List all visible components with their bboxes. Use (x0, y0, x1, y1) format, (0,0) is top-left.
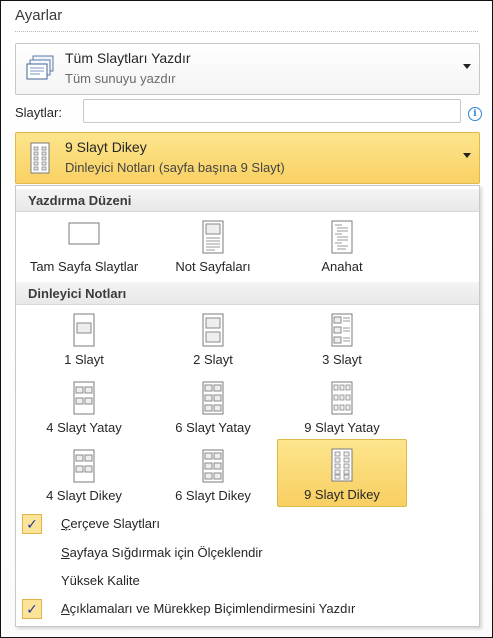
handout-6-slides-horizontal[interactable]: 6 Slayt Yatay (148, 375, 278, 439)
three-slides-icon (330, 313, 354, 352)
handout-6-slides-vertical-label: 6 Slayt Dikey (175, 488, 251, 503)
six-slides-horizontal-icon (201, 381, 225, 420)
settings-heading: Ayarlar (15, 7, 63, 24)
print-layout-subtitle: Dinleyici Notları (sayfa başına 9 Slayt) (65, 160, 285, 175)
handout-3-slides[interactable]: 3 Slayt (277, 307, 407, 371)
layout-outline[interactable]: Anahat (277, 214, 407, 278)
handout-2-slides-label: 2 Slayt (193, 352, 233, 367)
nine-slides-vertical-icon (330, 448, 354, 487)
settings-panel: Ayarlar Tüm Slaytları Yazdır Tüm sunuyu … (1, 1, 492, 637)
handout-4-slides-horizontal-label: 4 Slayt Yatay (46, 420, 122, 435)
access-key: S (61, 545, 70, 560)
print-range-subtitle: Tüm sunuyu yazdır (65, 71, 176, 86)
print-range-dropdown[interactable]: Tüm Slaytları Yazdır Tüm sunuyu yazdır (15, 43, 480, 95)
handout-9-slides-vertical-label: 9 Slayt Dikey (304, 487, 380, 502)
handout-1-slide-label: 1 Slayt (64, 352, 104, 367)
handout-2-slides[interactable]: 2 Slayt (148, 307, 278, 371)
option-print-comments-ink[interactable]: ✓ Açıklamaları ve Mürekkep Biçimlendirme… (16, 596, 479, 622)
layout-outline-label: Anahat (321, 259, 363, 274)
print-settings-window: Ayarlar Tüm Slaytları Yazdır Tüm sunuyu … (0, 0, 493, 638)
option-frame-slides[interactable]: ✓ Çerçeve Slaytları (16, 511, 479, 537)
option-scale-to-fit-label: Sayfaya Sığdırmak için Ölçeklendir (61, 545, 263, 560)
slides-label: Slaytlar: (15, 105, 62, 120)
handout-9-slides-horizontal-label: 9 Slayt Yatay (304, 420, 380, 435)
option-text: erçeve Slaytları (70, 516, 160, 531)
handout-4-slides-vertical-label: 4 Slayt Dikey (46, 488, 122, 503)
chevron-down-icon (463, 64, 471, 69)
print-layout-dropdown[interactable]: 9 Slayt Dikey Dinleyici Notları (sayfa b… (15, 132, 480, 184)
layout-notes-pages-label: Not Sayfaları (175, 259, 251, 274)
layout-notes-pages[interactable]: Not Sayfaları (148, 214, 278, 278)
option-high-quality[interactable]: Yüksek Kalite (16, 568, 479, 594)
notes-pages-icon (201, 220, 225, 259)
print-range-title: Tüm Slaytları Yazdır (65, 50, 191, 66)
access-key: Ç (61, 516, 71, 531)
print-layout-section-header: Yazdırma Düzeni (16, 189, 479, 212)
print-all-slides-icon (24, 53, 56, 85)
six-slides-vertical-icon (201, 449, 225, 488)
access-key: A (61, 601, 70, 616)
print-layout-title: 9 Slayt Dikey (65, 139, 147, 155)
handouts-section-header: Dinleyici Notları (16, 282, 479, 305)
option-high-quality-label: Yüksek Kalite (61, 573, 140, 588)
option-scale-to-fit[interactable]: Sayfaya Sığdırmak için Ölçeklendir (16, 540, 479, 566)
slides-input[interactable] (83, 99, 461, 123)
handout-3-slides-label: 3 Slayt (322, 352, 362, 367)
info-icon[interactable]: i (468, 107, 482, 121)
handout-9-slides-vertical[interactable]: 9 Slayt Dikey (277, 439, 407, 507)
handout-1-slide[interactable]: 1 Slayt (19, 307, 149, 371)
check-icon: ✓ (22, 599, 42, 619)
full-page-slide-icon (68, 220, 100, 251)
nine-slides-vertical-icon (24, 142, 56, 174)
layout-full-page-slides[interactable]: Tam Sayfa Slaytlar (19, 214, 149, 278)
handout-9-slides-horizontal[interactable]: 9 Slayt Yatay (277, 375, 407, 439)
nine-slides-horizontal-icon (330, 381, 354, 420)
one-slide-icon (72, 313, 96, 352)
chevron-down-icon (463, 153, 471, 158)
outline-icon (330, 220, 354, 259)
option-frame-slides-label: Çerçeve Slaytları (61, 516, 160, 531)
two-slides-icon (201, 313, 225, 352)
handout-6-slides-horizontal-label: 6 Slayt Yatay (175, 420, 251, 435)
check-icon: ✓ (22, 514, 42, 534)
four-slides-vertical-icon (72, 449, 96, 488)
option-text: çıklamaları ve Mürekkep Biçimlendirmesin… (69, 601, 356, 616)
heading-divider (15, 31, 478, 32)
option-print-comments-ink-label: Açıklamaları ve Mürekkep Biçimlendirmesi… (61, 601, 355, 616)
handout-6-slides-vertical[interactable]: 6 Slayt Dikey (148, 443, 278, 507)
option-text: ayfaya Sığdırmak için Ölçeklendir (69, 545, 263, 560)
handout-4-slides-horizontal[interactable]: 4 Slayt Yatay (19, 375, 149, 439)
handout-4-slides-vertical[interactable]: 4 Slayt Dikey (19, 443, 149, 507)
four-slides-horizontal-icon (72, 381, 96, 420)
print-layout-menu: Yazdırma Düzeni Tam Sayfa Slaytlar Not S… (15, 185, 480, 627)
layout-full-page-slides-label: Tam Sayfa Slaytlar (29, 259, 139, 274)
